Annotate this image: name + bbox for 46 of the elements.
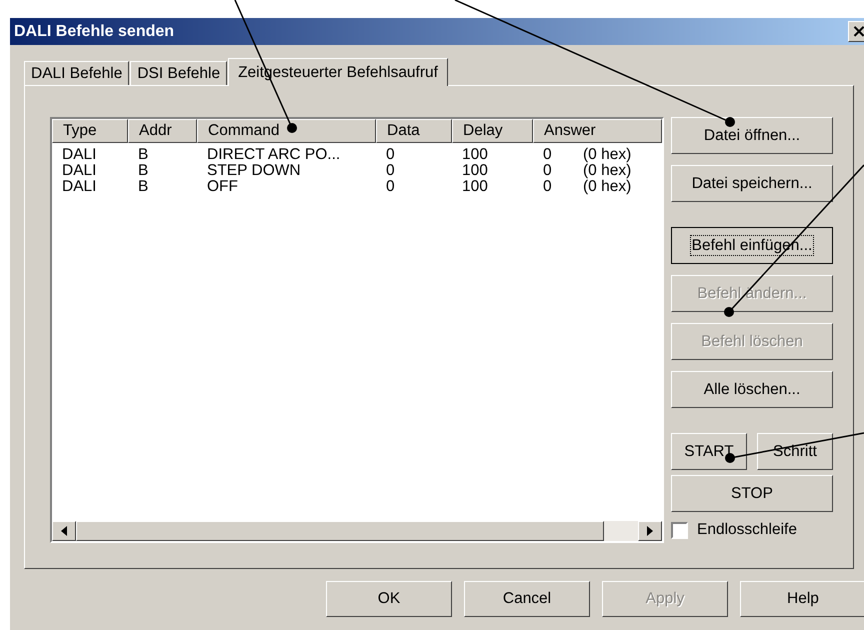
table-cell-text: 0 [385, 163, 396, 179]
push-button[interactable]: Datei speichern... [671, 165, 833, 202]
left-arrow-icon [61, 526, 67, 536]
dialog-button[interactable]: OK [326, 581, 452, 617]
scroll-left-button[interactable] [52, 521, 76, 541]
table-cell-text: 0 [542, 179, 553, 195]
column-header[interactable]: Answer [533, 119, 662, 143]
column-header[interactable]: Command [197, 119, 376, 143]
right-arrow-icon [647, 526, 653, 536]
table-cell-text: 0 [542, 147, 553, 163]
dialog-button[interactable]: Cancel [464, 581, 590, 617]
table-cell-text: (0 hex) [582, 179, 632, 195]
push-button[interactable]: Alle löschen... [671, 371, 833, 408]
table-cell-text: 100 [461, 179, 489, 195]
table-cell-text: B [137, 163, 150, 179]
tab[interactable]: DSI Befehle [130, 61, 228, 85]
checkbox[interactable] [671, 522, 688, 538]
table-cell-text: B [137, 179, 150, 195]
table-cell-text: 100 [461, 147, 489, 163]
table-cell-text: DALI [61, 147, 98, 163]
table-cell-text: 100 [461, 163, 489, 179]
table-cell-text: (0 hex) [582, 163, 632, 179]
dialog-button[interactable]: Help [740, 581, 864, 617]
table-cell-text: DALI [61, 179, 98, 195]
table-cell-text: STEP DOWN [206, 163, 302, 179]
table-cell-text: 0 [385, 147, 396, 163]
table-cell-text: B [137, 147, 150, 163]
stop-button[interactable]: STOP [671, 475, 833, 512]
table-cell-text: 0 [542, 163, 553, 179]
table-cell-text: DALI [61, 163, 98, 179]
table-cell-text: OFF [206, 179, 239, 195]
push-button[interactable]: START [671, 433, 747, 470]
window-title: DALI Befehle senden [14, 22, 174, 40]
column-header[interactable]: Addr [128, 119, 197, 143]
push-button[interactable]: Datei öffnen... [671, 117, 833, 154]
column-header[interactable]: Data [376, 119, 452, 143]
push-button[interactable]: Schritt [757, 433, 833, 470]
column-header[interactable]: Type [52, 119, 128, 143]
close-button[interactable]: × [848, 21, 864, 42]
column-header[interactable]: Delay [452, 119, 533, 143]
table-cell-text: DIRECT ARC PO... [206, 147, 342, 163]
tab[interactable]: DALI Befehle [24, 61, 130, 85]
scroll-right-button[interactable] [638, 521, 662, 541]
table-cell-text: 0 [385, 179, 396, 195]
checkbox-label: Endlosschleife [697, 521, 797, 539]
table-cell-text: (0 hex) [582, 147, 632, 163]
